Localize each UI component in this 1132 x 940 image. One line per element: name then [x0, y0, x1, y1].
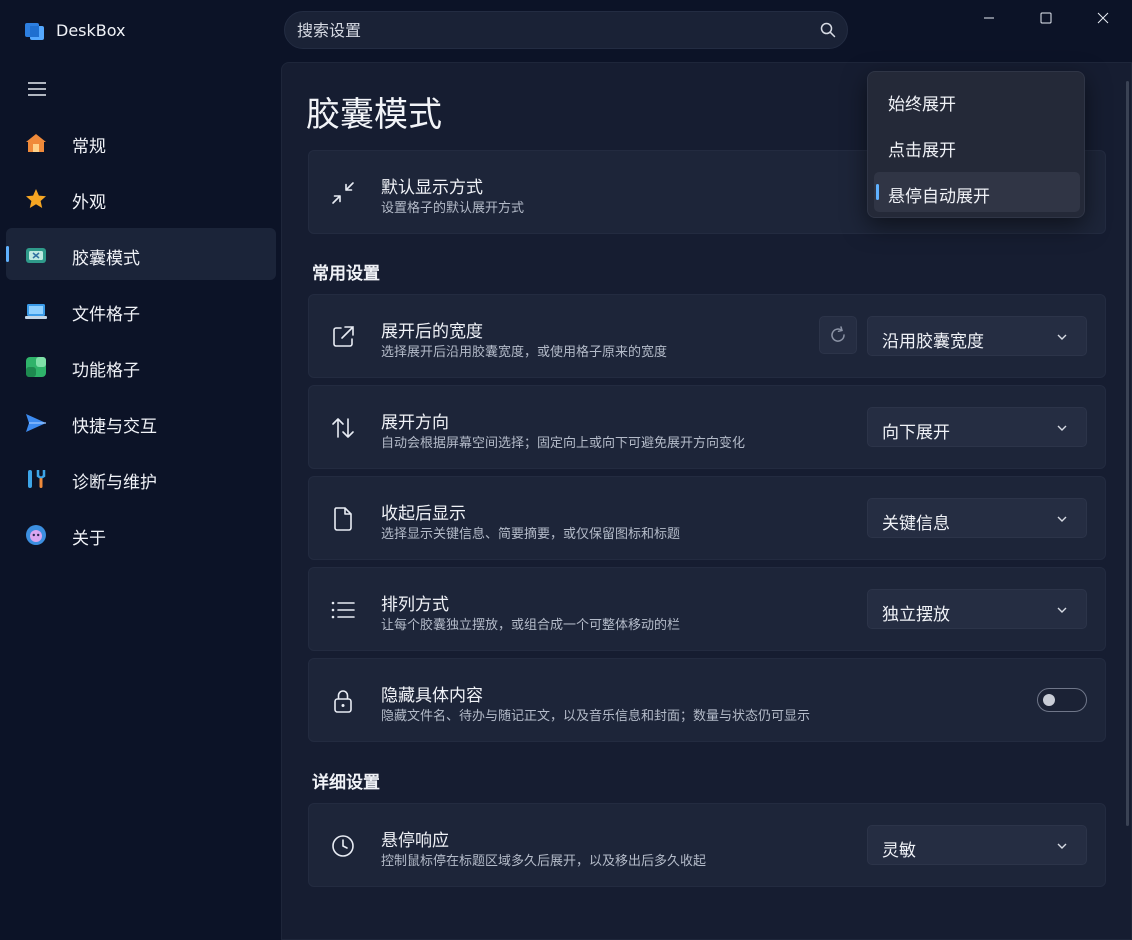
- hover-response-dropdown[interactable]: 灵敏: [867, 825, 1087, 865]
- menu-icon[interactable]: [26, 80, 48, 98]
- active-indicator: [6, 246, 9, 262]
- arrangement-card: 排列方式 让每个胶囊独立摆放，或组合成一个可整体移动的栏 独立摆放: [308, 567, 1106, 651]
- search-box[interactable]: [284, 11, 848, 49]
- dropdown-value: 关键信息: [882, 514, 950, 534]
- hover-response-card: 悬停响应 控制鼠标停在标题区域多久后展开，以及移出后多久收起 灵敏: [308, 803, 1106, 887]
- sidebar-item-label: 外观: [72, 193, 106, 213]
- setting-description: 选择展开后沿用胶囊宽度，或使用格子原来的宽度: [381, 345, 668, 360]
- star-icon: [26, 189, 46, 208]
- collapsed-display-card: 收起后显示 选择显示关键信息、简要摘要，或仅保留图标和标题 关键信息: [308, 476, 1106, 560]
- close-icon: [1097, 12, 1109, 24]
- minimize-button[interactable]: [966, 0, 1012, 36]
- tools-icon: [28, 470, 46, 488]
- sidebar-item-shortcuts[interactable]: 快捷与交互: [6, 396, 276, 448]
- sidebar-item-appearance[interactable]: 外观: [6, 172, 276, 224]
- setting-description: 自动会根据屏幕空间选择；固定向上或向下可避免展开方向变化: [381, 436, 746, 451]
- expand-width-card: 展开后的宽度 选择展开后沿用胶囊宽度，或使用格子原来的宽度 沿用胶囊宽度: [308, 294, 1106, 378]
- setting-title: 隐藏具体内容: [381, 686, 483, 706]
- width-dropdown[interactable]: 沿用胶囊宽度: [867, 316, 1087, 356]
- sidebar-nav: 常规 外观 胶囊模式 文件格子 功能格子 快捷与交互 诊断与维护 关于: [6, 116, 276, 564]
- capsule-icon: [26, 248, 46, 263]
- chevron-down-icon: [1057, 843, 1067, 849]
- maximize-button[interactable]: [1023, 0, 1069, 36]
- list-icon: [331, 601, 355, 619]
- chevron-down-icon: [1057, 334, 1067, 340]
- send-icon: [26, 414, 46, 432]
- hide-content-toggle[interactable]: [1037, 688, 1087, 712]
- sidebar-item-capsule-mode[interactable]: 胶囊模式: [6, 228, 276, 280]
- menu-item-hover-expand[interactable]: 悬停自动展开: [874, 172, 1080, 212]
- dropdown-value: 沿用胶囊宽度: [882, 332, 984, 352]
- dropdown-value: 灵敏: [882, 841, 916, 861]
- setting-title: 展开方向: [381, 413, 449, 433]
- setting-description: 控制鼠标停在标题区域多久后展开，以及移出后多久收起: [381, 854, 707, 869]
- open-external-icon: [333, 326, 354, 347]
- chevron-down-icon: [1057, 607, 1067, 613]
- setting-description: 选择显示关键信息、简要摘要，或仅保留图标和标题: [381, 527, 681, 542]
- collapse-arrows-icon: [332, 182, 354, 204]
- menu-item-click-expand[interactable]: 点击展开: [874, 126, 1080, 166]
- lock-icon: [334, 690, 352, 713]
- default-display-dropdown-menu: 始终展开 点击展开 悬停自动展开: [867, 71, 1085, 218]
- clock-icon: [332, 835, 354, 857]
- section-title-detail: 详细设置: [312, 773, 380, 793]
- refresh-icon: [831, 326, 845, 342]
- bot-icon: [26, 525, 46, 545]
- hide-content-card: 隐藏具体内容 隐藏文件名、待办与随记正文，以及音乐信息和封面；数量与状态仍可显示: [308, 658, 1106, 742]
- menu-item-label: 点击展开: [888, 141, 956, 161]
- sidebar-item-general[interactable]: 常规: [6, 116, 276, 168]
- chevron-down-icon: [1057, 516, 1067, 522]
- dropdown-value: 独立摆放: [882, 605, 950, 625]
- sidebar-item-diagnostics[interactable]: 诊断与维护: [6, 452, 276, 504]
- arrangement-dropdown[interactable]: 独立摆放: [867, 589, 1087, 629]
- app-title: DeskBox: [56, 21, 126, 40]
- direction-dropdown[interactable]: 向下展开: [867, 407, 1087, 447]
- sidebar-item-function-grid[interactable]: 功能格子: [6, 340, 276, 392]
- sidebar-item-label: 常规: [72, 137, 106, 157]
- collapsed-display-dropdown[interactable]: 关键信息: [867, 498, 1087, 538]
- home-icon: [26, 134, 46, 152]
- close-button[interactable]: [1080, 0, 1126, 36]
- toggle-knob: [1043, 694, 1055, 706]
- selected-indicator: [876, 184, 879, 200]
- dropdown-value: 向下展开: [882, 423, 950, 443]
- setting-description: 隐藏文件名、待办与随记正文，以及音乐信息和封面；数量与状态仍可显示: [381, 709, 811, 724]
- expand-direction-card: 展开方向 自动会根据屏幕空间选择；固定向上或向下可避免展开方向变化 向下展开: [308, 385, 1106, 469]
- chevron-down-icon: [1057, 425, 1067, 431]
- sidebar-item-about[interactable]: 关于: [6, 508, 276, 560]
- setting-title: 收起后显示: [381, 504, 466, 524]
- minimize-icon: [984, 17, 994, 19]
- setting-description: 让每个胶囊独立摆放，或组合成一个可整体移动的栏: [381, 618, 681, 633]
- setting-title: 悬停响应: [381, 831, 449, 851]
- sidebar-item-label: 文件格子: [72, 305, 140, 325]
- maximize-icon: [1040, 12, 1052, 24]
- setting-title: 默认显示方式: [381, 178, 483, 198]
- sidebar-item-label: 关于: [72, 529, 106, 549]
- sidebar-item-file-grid[interactable]: 文件格子: [6, 284, 276, 336]
- sidebar-item-label: 诊断与维护: [72, 473, 157, 493]
- menu-item-label: 始终展开: [888, 95, 956, 115]
- section-title-common: 常用设置: [312, 264, 380, 284]
- grid-icon: [26, 357, 46, 377]
- search-input[interactable]: [297, 12, 797, 48]
- sidebar-item-label: 胶囊模式: [72, 249, 140, 269]
- page-title: 胶囊模式: [306, 95, 442, 135]
- menu-item-label: 悬停自动展开: [888, 187, 990, 207]
- sidebar-item-label: 快捷与交互: [72, 417, 157, 437]
- menu-item-always-expand[interactable]: 始终展开: [874, 80, 1080, 120]
- document-icon: [334, 507, 352, 531]
- setting-description: 设置格子的默认展开方式: [381, 201, 525, 216]
- laptop-icon: [25, 304, 47, 319]
- sidebar-item-label: 功能格子: [72, 361, 140, 381]
- reset-button[interactable]: [819, 316, 857, 354]
- deskbox-logo-icon: [25, 23, 44, 40]
- search-icon[interactable]: [820, 22, 836, 38]
- scrollbar[interactable]: [1126, 81, 1129, 826]
- setting-title: 展开后的宽度: [381, 322, 483, 342]
- up-down-arrows-icon: [332, 418, 354, 438]
- setting-title: 排列方式: [381, 595, 449, 615]
